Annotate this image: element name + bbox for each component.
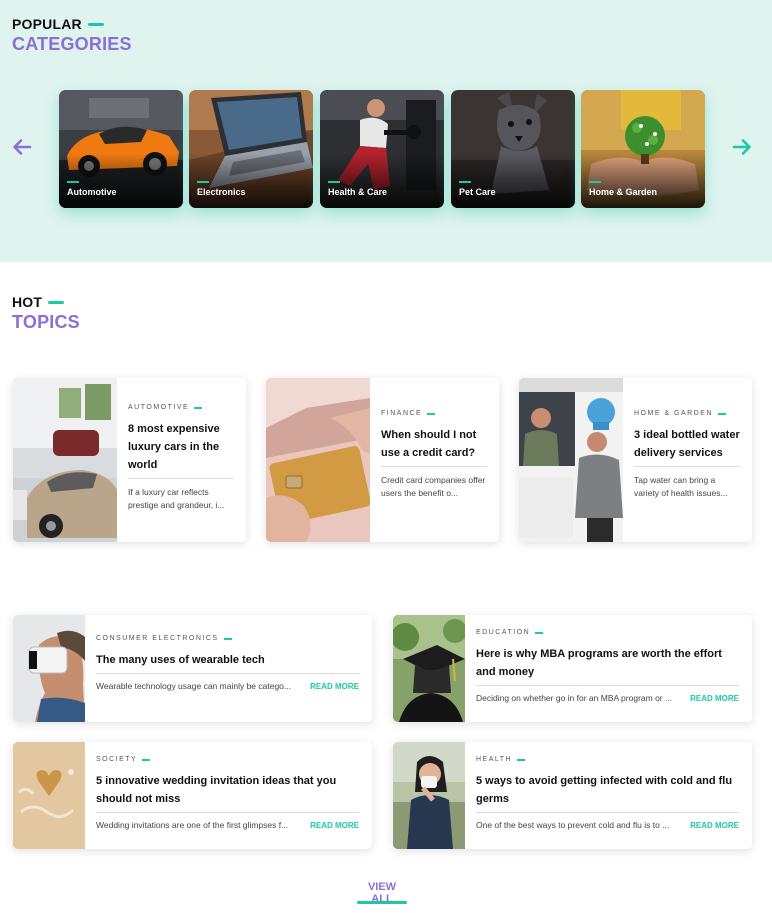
article-image — [393, 742, 465, 849]
article-image — [13, 742, 85, 849]
card-accent-dash — [328, 181, 340, 183]
article-title[interactable]: Here is why MBA programs are worth the e… — [476, 645, 739, 686]
article-tag: SOCIETY — [96, 756, 138, 763]
card-accent-dash — [459, 181, 471, 183]
article-tag: AUTOMOTIVE — [128, 404, 190, 411]
article-card-health[interactable]: HEALTH 5 ways to avoid getting infected … — [393, 742, 752, 849]
article-card-society[interactable]: SOCIETY 5 innovative wedding invitation … — [13, 742, 372, 849]
read-more-link[interactable]: READ MORE — [690, 821, 739, 830]
category-card-health-care[interactable]: Health & Care — [320, 90, 444, 208]
article-image — [393, 615, 465, 722]
category-label: Health & Care — [328, 187, 388, 197]
arrow-right-icon — [732, 139, 751, 155]
article-tag: HEALTH — [476, 756, 513, 763]
card-accent-dash — [589, 181, 601, 183]
article-title[interactable]: The many uses of wearable tech — [96, 651, 359, 674]
read-more-link[interactable]: READ MORE — [310, 682, 359, 691]
category-card-home-garden[interactable]: Home & Garden — [581, 90, 705, 208]
article-title[interactable]: When should I not use a credit card? — [381, 426, 487, 467]
carousel-next-button[interactable] — [731, 136, 753, 158]
article-card-education[interactable]: EDUCATION Here is why MBA programs are w… — [393, 615, 752, 722]
read-more-link[interactable]: READ MORE — [690, 694, 739, 703]
heading-big-text: CATEGORIES — [12, 34, 132, 54]
category-label: Home & Garden — [589, 187, 658, 197]
article-excerpt: Wearable technology usage can mainly be … — [96, 681, 291, 691]
heading-accent-dash — [87, 22, 104, 26]
article-tag: CONSUMER ELECTRONICS — [96, 635, 219, 642]
heading-accent-dash — [48, 300, 65, 304]
heading-small-text: HOT — [12, 294, 43, 310]
carousel-prev-button[interactable] — [11, 136, 33, 158]
article-excerpt: If a luxury car reflects prestige and gr… — [128, 487, 225, 510]
article-image — [266, 378, 370, 542]
article-image — [13, 615, 85, 722]
category-card-electronics[interactable]: Electronics — [189, 90, 313, 208]
category-card-pet-care[interactable]: Pet Care — [451, 90, 575, 208]
article-excerpt: Wedding invitations are one of the first… — [96, 820, 289, 830]
article-excerpt: Tap water can bring a variety of health … — [634, 475, 728, 498]
article-excerpt: One of the best ways to prevent cold and… — [476, 820, 670, 830]
article-image — [519, 378, 623, 542]
article-card-home-garden[interactable]: HOME & GARDEN 3 ideal bottled water deli… — [519, 378, 752, 542]
category-label: Electronics — [197, 187, 246, 197]
category-label: Pet Care — [459, 187, 496, 197]
article-image — [13, 378, 117, 542]
popular-categories-section: POPULAR CATEGORIES Automotive Electronic… — [0, 0, 772, 262]
read-more-link[interactable]: READ MORE — [310, 821, 359, 830]
category-card-automotive[interactable]: Automotive — [59, 90, 183, 208]
article-excerpt: Deciding on whether go in for an MBA pro… — [476, 693, 673, 703]
view-all-underline — [357, 901, 407, 904]
article-tag: FINANCE — [381, 410, 423, 417]
heading-small-text: POPULAR — [12, 16, 82, 32]
category-label: Automotive — [67, 187, 117, 197]
arrow-left-icon — [13, 139, 32, 155]
popular-categories-heading: POPULAR CATEGORIES — [12, 16, 132, 55]
card-accent-dash — [67, 181, 79, 183]
article-title[interactable]: 8 most expensive luxury cars in the worl… — [128, 420, 234, 479]
article-title[interactable]: 5 ways to avoid getting infected with co… — [476, 772, 739, 813]
article-title[interactable]: 5 innovative wedding invitation ideas th… — [96, 772, 359, 813]
article-card-automotive[interactable]: AUTOMOTIVE 8 most expensive luxury cars … — [13, 378, 246, 542]
heading-big-text: TOPICS — [12, 312, 80, 332]
article-tag: HOME & GARDEN — [634, 410, 714, 417]
article-card-finance[interactable]: FINANCE When should I not use a credit c… — [266, 378, 499, 542]
article-excerpt: Credit card companies offer users the be… — [381, 475, 486, 498]
hot-topics-heading: HOT TOPICS — [12, 294, 80, 333]
card-accent-dash — [197, 181, 209, 183]
article-title[interactable]: 3 ideal bottled water delivery services — [634, 426, 740, 467]
article-tag: EDUCATION — [476, 629, 531, 636]
article-card-consumer-electronics[interactable]: CONSUMER ELECTRONICS The many uses of we… — [13, 615, 372, 722]
